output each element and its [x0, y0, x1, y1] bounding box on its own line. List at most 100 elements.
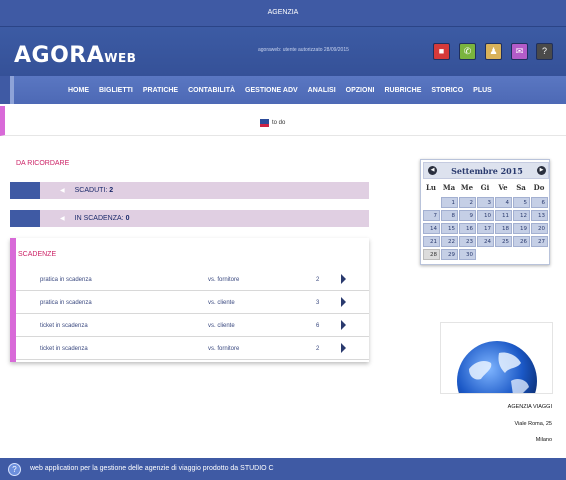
calendar-day[interactable]: 8: [441, 210, 458, 221]
deadline-type: pratica in scadenza: [40, 277, 92, 283]
deadline-count: 2: [316, 346, 320, 352]
calendar-widget: ◀ Settembre 2015 ▶ Lu Ma Me Gi Ve Sa Do 1 2 3 4 5 6 7…: [420, 159, 550, 265]
due-strip[interactable]: ◀ IN SCADENZA: 0: [10, 210, 369, 227]
deadline-type: pratica in scadenza: [40, 300, 92, 306]
calendar-day[interactable]: 21: [423, 236, 440, 247]
agency-city: Milano: [535, 437, 552, 443]
play-arrow-icon[interactable]: [341, 274, 346, 284]
main-nav: HOME BIGLIETTI PRATICHE CONTABILITÀ GESTIONE…: [10, 76, 566, 104]
table-row[interactable]: ticket in scadenza vs. fornitore 2: [16, 338, 369, 360]
play-arrow-icon[interactable]: [341, 320, 346, 330]
arrow-left-icon: ◀: [60, 188, 65, 194]
calendar-day[interactable]: 27: [531, 236, 548, 247]
weekday-label: Me: [460, 183, 474, 192]
agency-name: AGENZIA VIAGGI: [507, 404, 552, 410]
user-icon[interactable]: ♟: [485, 43, 502, 60]
deadline-count: 3: [316, 300, 320, 306]
deadline-type: ticket in scadenza: [40, 346, 88, 352]
top-bar: AGENZIA: [0, 0, 566, 26]
globe-image: [440, 322, 553, 394]
calendar-day[interactable]: 29: [441, 249, 458, 260]
calendar-day[interactable]: 2: [459, 197, 476, 208]
nav-item-opzioni[interactable]: OPZIONI: [346, 87, 375, 94]
nav-item-pratiche[interactable]: PRATICHE: [143, 87, 178, 94]
play-arrow-icon[interactable]: [341, 297, 346, 307]
agency-address: Viale Roma, 25: [514, 421, 552, 427]
reminder-title: DA RICORDARE: [16, 160, 70, 167]
mail-icon[interactable]: ✉: [511, 43, 528, 60]
weekday-label: Sa: [516, 183, 526, 192]
play-arrow-icon[interactable]: [341, 343, 346, 353]
weekday-label: Gi: [480, 183, 490, 192]
calendar-day[interactable]: 3: [477, 197, 494, 208]
stop-icon[interactable]: ■: [433, 43, 450, 60]
next-month-icon[interactable]: ▶: [537, 166, 546, 175]
table-row[interactable]: ticket in scadenza vs. cliente 6: [16, 315, 369, 337]
calendar-day[interactable]: 1: [441, 197, 458, 208]
calendar-day[interactable]: 18: [495, 223, 512, 234]
deadline-party: vs. cliente: [208, 300, 235, 306]
phone-icon[interactable]: ✆: [459, 43, 476, 60]
deadlines-title: SCADENZE: [18, 251, 57, 258]
calendar-month: Settembre 2015: [451, 166, 523, 176]
calendar-day[interactable]: 16: [459, 223, 476, 234]
nav-item-plus[interactable]: PLUS: [473, 87, 492, 94]
calendar-day[interactable]: 26: [513, 236, 530, 247]
deadline-party: vs. fornitore: [208, 277, 240, 283]
calendar-day[interactable]: 10: [477, 210, 494, 221]
calendar-day[interactable]: 7: [423, 210, 440, 221]
table-row[interactable]: pratica in scadenza vs. cliente 3: [16, 292, 369, 314]
calendar-day[interactable]: 23: [459, 236, 476, 247]
agency-title: AGENZIA: [267, 9, 299, 16]
deadline-count: 2: [316, 277, 320, 283]
calendar-day[interactable]: 12: [513, 210, 530, 221]
app-logo[interactable]: AGORAWEB: [14, 43, 136, 68]
calendar-header: ◀ Settembre 2015 ▶: [423, 162, 549, 179]
calendar-day[interactable]: 22: [441, 236, 458, 247]
calendar-day[interactable]: 14: [423, 223, 440, 234]
table-row[interactable]: pratica in scadenza vs. fornitore 2: [16, 269, 369, 291]
nav-item-home[interactable]: HOME: [68, 87, 89, 94]
nav-left-accent: [0, 76, 10, 104]
deadline-party: vs. cliente: [208, 323, 235, 329]
flag-icon: [260, 119, 269, 127]
nav-item-storico[interactable]: STORICO: [431, 87, 463, 94]
calendar-day[interactable]: 20: [531, 223, 548, 234]
todo-link[interactable]: to do: [272, 120, 285, 126]
weekday-label: Do: [533, 183, 545, 192]
weekday-label: Ma: [442, 183, 456, 192]
calendar-day[interactable]: 11: [495, 210, 512, 221]
calendar-day[interactable]: 9: [459, 210, 476, 221]
weekday-label: Lu: [425, 183, 436, 192]
calendar-day[interactable]: 25: [495, 236, 512, 247]
calendar-day[interactable]: 5: [513, 197, 530, 208]
footer-text: web application per la gestione delle ag…: [30, 465, 274, 472]
nav-item-rubriche[interactable]: RUBRICHE: [384, 87, 421, 94]
calendar-day[interactable]: 13: [531, 210, 548, 221]
nav-item-contabilit[interactable]: CONTABILITÀ: [188, 87, 235, 94]
user-info: agoraweb: utente autorizzato 28/09/2015: [258, 47, 349, 53]
due-label: IN SCADENZA: 0: [74, 215, 130, 222]
nav-item-biglietti[interactable]: BIGLIETTI: [99, 87, 133, 94]
help-icon[interactable]: ?: [8, 463, 21, 476]
calendar-day[interactable]: 17: [477, 223, 494, 234]
expired-strip[interactable]: ◀ SCADUTI: 2: [10, 182, 369, 199]
nav-item-analisi[interactable]: ANALISI: [308, 87, 336, 94]
calendar-day[interactable]: 15: [441, 223, 458, 234]
calendar-day[interactable]: 6: [531, 197, 548, 208]
nav-item-gestione-adv[interactable]: GESTIONE ADV: [245, 87, 298, 94]
weekday-label: Ve: [498, 183, 508, 192]
deadline-count: 6: [316, 323, 320, 329]
deadline-party: vs. fornitore: [208, 346, 240, 352]
expired-label: SCADUTI: 2: [74, 187, 114, 194]
calendar-day[interactable]: 4: [495, 197, 512, 208]
calendar-day[interactable]: 30: [459, 249, 476, 260]
arrow-left-icon: ◀: [60, 216, 65, 222]
calendar-day[interactable]: 19: [513, 223, 530, 234]
help-icon[interactable]: ?: [536, 43, 553, 60]
deadline-type: ticket in scadenza: [40, 323, 88, 329]
footer: web application per la gestione delle ag…: [0, 458, 566, 480]
calendar-day[interactable]: 24: [477, 236, 494, 247]
header: AGORAWEB agoraweb: utente autorizzato 28…: [0, 26, 566, 76]
calendar-day[interactable]: 28: [423, 249, 440, 260]
